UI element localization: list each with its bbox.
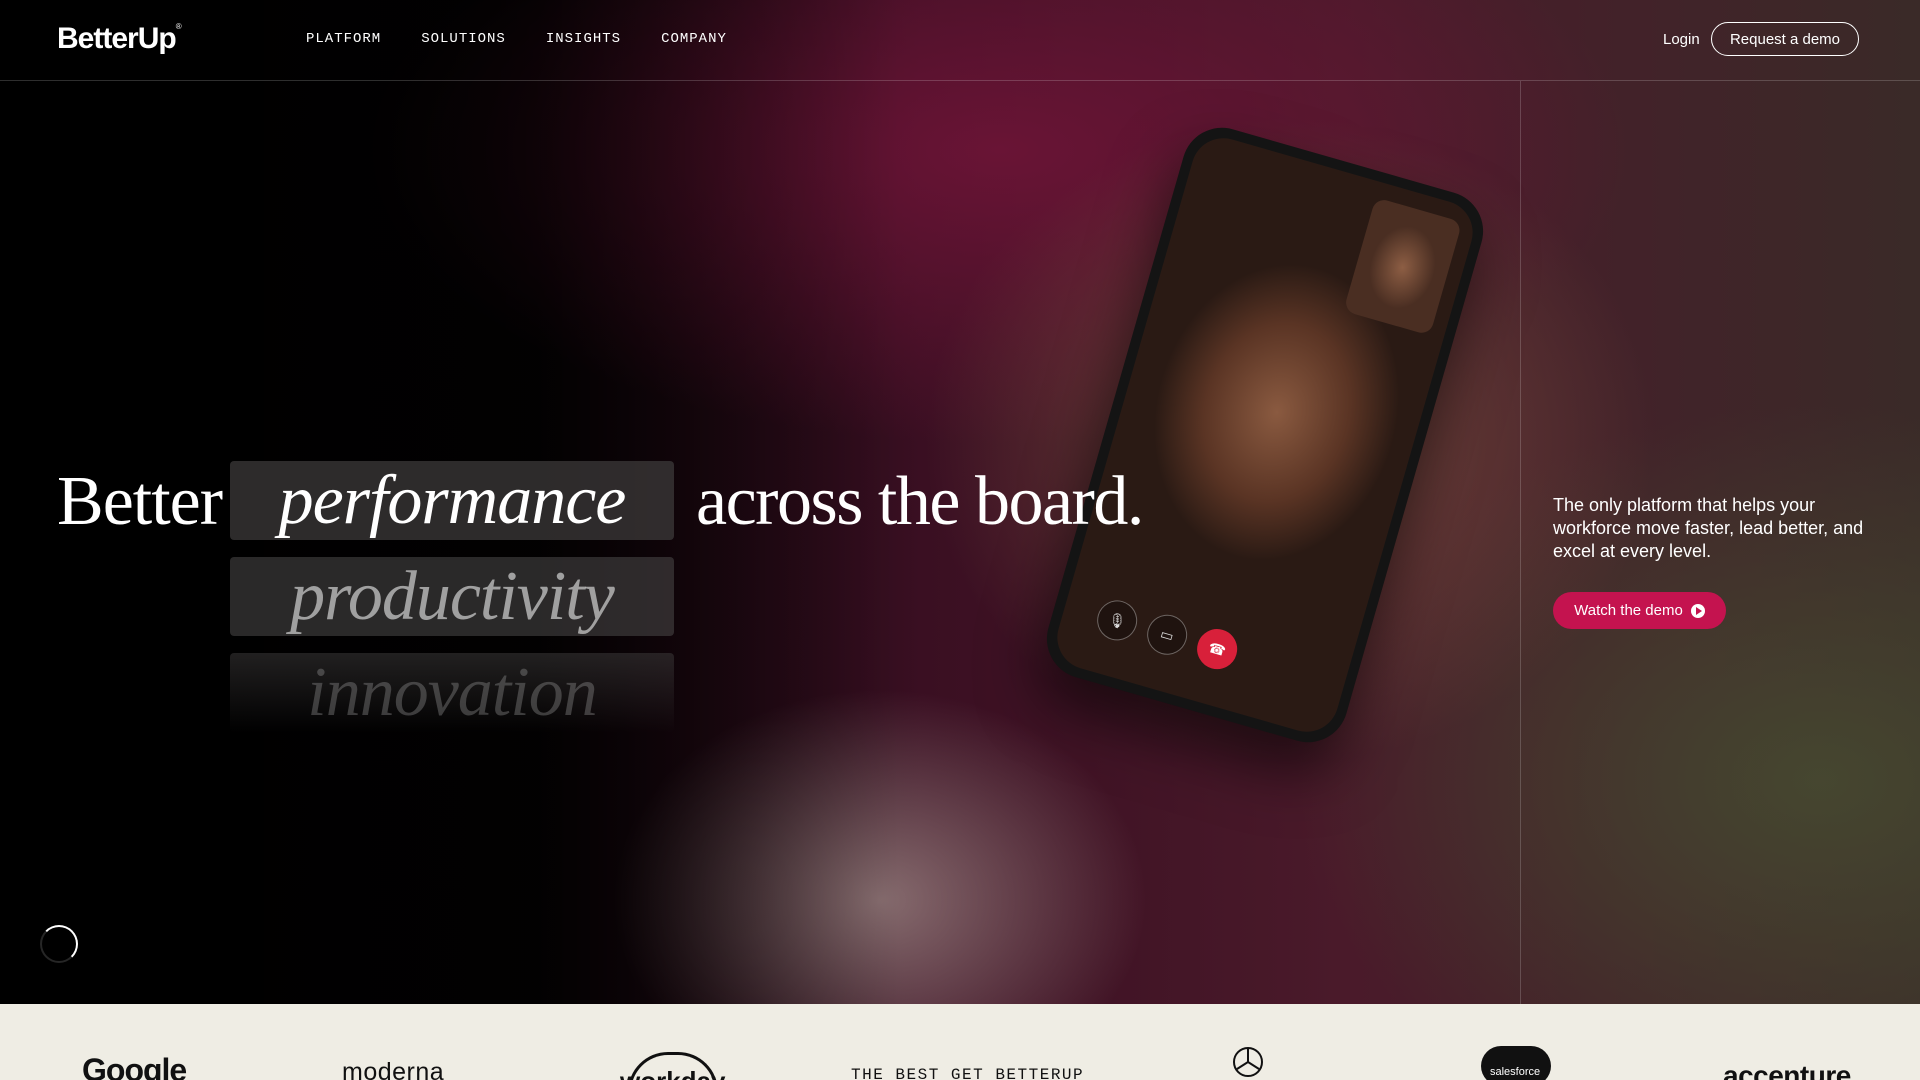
nav-company[interactable]: COMPANY xyxy=(661,31,727,47)
hero-tagline: The only platform that helps your workfo… xyxy=(1553,495,1864,561)
workday-logo: workday xyxy=(620,1066,726,1080)
best-get-betterup-text: THE BEST GET BETTERUP xyxy=(851,1066,1085,1080)
end-call-icon: ☎ xyxy=(1192,624,1242,674)
rotating-word-next: productivity xyxy=(230,557,674,636)
vertical-divider xyxy=(1520,81,1521,1004)
play-icon xyxy=(1690,603,1705,618)
hero-section: 🎙 ▭ ☎ Better performance productivity in… xyxy=(0,0,1920,1004)
betterup-logo[interactable]: BetterUp® xyxy=(57,22,182,56)
watch-demo-label: Watch the demo xyxy=(1574,602,1683,619)
phone-image: 🎙 ▭ ☎ xyxy=(1037,118,1493,752)
camera-icon: ▭ xyxy=(1142,610,1192,660)
login-link[interactable]: Login xyxy=(1663,31,1700,48)
headline-prefix: Better xyxy=(57,463,223,540)
request-demo-button[interactable]: Request a demo xyxy=(1711,22,1859,56)
salesforce-logo: salesforce xyxy=(1490,1066,1541,1078)
video-call-screen: 🎙 ▭ ☎ xyxy=(1049,130,1481,740)
nav-platform[interactable]: PLATFORM xyxy=(306,31,381,47)
top-navbar: BetterUp® PLATFORM SOLUTIONS INSIGHTS CO… xyxy=(0,0,1920,81)
rotating-word-faded: innovation xyxy=(230,653,674,732)
pip-video xyxy=(1343,197,1463,336)
rotating-word-active: performance xyxy=(230,461,674,540)
nav-insights[interactable]: INSIGHTS xyxy=(546,31,621,47)
nav-solutions[interactable]: SOLUTIONS xyxy=(421,31,506,47)
google-logo: Google xyxy=(82,1052,187,1080)
nav-links: PLATFORM SOLUTIONS INSIGHTS COMPANY xyxy=(306,31,727,47)
mercedes-logo-icon xyxy=(1233,1047,1263,1077)
accenture-logo: accenture xyxy=(1723,1060,1851,1080)
loading-spinner-icon xyxy=(40,925,78,963)
moderna-logo: moderna xyxy=(342,1058,445,1080)
call-controls: 🎙 ▭ ☎ xyxy=(1092,595,1242,674)
customer-logo-strip: Google moderna workday THE BEST GET BETT… xyxy=(0,1004,1920,1080)
watch-demo-button[interactable]: Watch the demo xyxy=(1553,592,1726,629)
headline-suffix: across the board. xyxy=(696,463,1144,540)
mic-icon: 🎙 xyxy=(1092,595,1142,646)
